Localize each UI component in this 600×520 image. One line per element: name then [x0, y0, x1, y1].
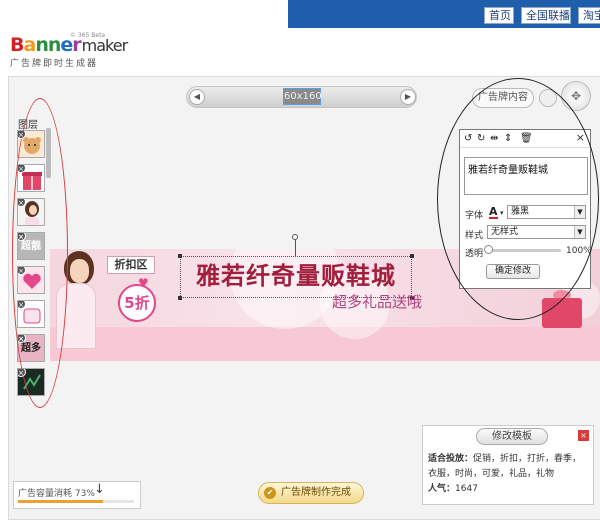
layer-item[interactable]: ×	[17, 300, 45, 328]
nav-taobao-link[interactable]: 淘宝	[578, 7, 600, 24]
logo-letter: B	[10, 34, 25, 56]
info-tags-label: 适合投放：	[428, 454, 474, 464]
layers-scrollbar[interactable]	[46, 128, 51, 178]
info-popularity: 人气：1647	[428, 481, 478, 494]
opacity-slider[interactable]	[487, 249, 561, 252]
banner-stripe	[50, 327, 600, 361]
opacity-slider-knob[interactable]	[484, 245, 493, 254]
gift-box-icon	[542, 298, 582, 328]
discount-badge[interactable]: 5折	[118, 284, 156, 322]
layer-item[interactable]: × 超靓	[17, 232, 45, 260]
chevron-down-icon: ▼	[574, 206, 585, 218]
rotate-line	[295, 240, 296, 256]
layer-item[interactable]: ×	[17, 130, 45, 158]
banner-content-button[interactable]: 广告牌内容	[472, 88, 534, 108]
arrow-down-icon[interactable]: ↓	[94, 482, 105, 497]
model-face	[70, 259, 89, 283]
logo-subtitle: 广告牌即时生成器	[10, 59, 99, 69]
font-color-icon[interactable]: A	[489, 205, 498, 219]
redo-icon[interactable]: ↻	[477, 132, 485, 146]
info-tags-line-2: 衣服，时尚，可爱，礼品，礼物	[428, 469, 555, 479]
delete-layer-icon[interactable]: ×	[18, 233, 26, 241]
resize-handle[interactable]	[178, 254, 182, 258]
popularity-label: 人气：	[428, 484, 456, 494]
layer-text-label: 超多	[21, 343, 41, 354]
logo-letter: a	[23, 34, 36, 56]
undo-icon[interactable]: ↺	[464, 132, 472, 146]
font-select[interactable]: 雅黑 ▼	[507, 205, 586, 219]
style-label: 样式	[465, 231, 484, 241]
layer-item[interactable]: ×	[17, 164, 45, 192]
capacity-bar-fill	[18, 500, 103, 503]
info-tags-line: 适合投放：促销，折扣，打折，春季，	[428, 451, 581, 464]
text-content-field[interactable]: 雅若纤奇量贩鞋城	[464, 157, 588, 195]
discount-zone-tag[interactable]: 折扣区	[107, 256, 155, 274]
banner-maker-logo: Bannermaker © 365 Beta 广告牌即时生成器	[10, 32, 128, 69]
close-icon[interactable]: ×	[576, 131, 585, 144]
layer-item[interactable]: ×	[17, 198, 45, 226]
banner-sub-text[interactable]: 超多礼品送哦	[332, 291, 422, 312]
logo-beta: © 365 Beta	[70, 32, 106, 39]
zoom-button[interactable]	[539, 89, 557, 107]
model-body	[56, 283, 96, 349]
prev-size-button[interactable]: ◀	[189, 89, 205, 105]
popularity-value: 1647	[455, 484, 478, 494]
flip-vertical-icon[interactable]: ⇕	[504, 132, 512, 146]
logo-wordmark: Bannermaker	[10, 34, 128, 56]
banner-size-label[interactable]: 60x160	[283, 88, 322, 105]
move-dpad-icon[interactable]: ✥	[561, 81, 591, 111]
trash-icon[interactable]: 🗑	[520, 132, 533, 146]
check-icon: ✔	[264, 487, 276, 499]
delete-layer-icon[interactable]: ×	[18, 335, 26, 343]
layer-item[interactable]: ×	[17, 368, 45, 396]
chevron-down-icon[interactable]: ▾	[500, 209, 504, 217]
capacity-bar-track	[18, 500, 134, 503]
close-icon[interactable]: ×	[578, 430, 589, 441]
style-select[interactable]: 无样式 ▼	[487, 225, 586, 239]
rotate-handle[interactable]	[292, 234, 298, 240]
info-tags-value: 促销，折扣，打折，春季，	[473, 454, 582, 464]
layer-item[interactable]: × 超多	[17, 334, 45, 362]
font-select-value: 雅黑	[511, 207, 530, 217]
modify-template-button[interactable]: 修改模板	[476, 428, 548, 445]
logo-letter: nn	[35, 34, 61, 56]
font-label: 字体	[465, 211, 484, 221]
edit-toolbar: ↺ ↻ ⇹ ⇕ 🗑 ×	[460, 130, 590, 148]
opacity-label: 透明	[465, 249, 484, 259]
text-edit-panel: ↺ ↻ ⇹ ⇕ 🗑 × 雅若纤奇量贩鞋城 字体 A ▾ 雅黑 ▼ 样式 无样式 …	[459, 129, 592, 289]
nav-home-link[interactable]: 首页	[484, 7, 514, 24]
layer-text-label: 超靓	[21, 241, 41, 252]
flip-horizontal-icon[interactable]: ⇹	[490, 132, 498, 146]
layer-item[interactable]: ×	[17, 266, 45, 294]
confirm-edit-button[interactable]: 确定修改	[486, 264, 540, 279]
style-select-value: 无样式	[491, 227, 519, 237]
capacity-label: 广告容量消耗 73%	[18, 489, 95, 499]
nav-broadcast-link[interactable]: 全国联播	[521, 7, 571, 24]
resize-handle[interactable]	[410, 254, 414, 258]
opacity-value: 100%	[566, 246, 592, 256]
next-size-button[interactable]: ▶	[400, 89, 416, 105]
chevron-down-icon: ▼	[574, 226, 585, 238]
resize-handle[interactable]	[178, 296, 182, 300]
